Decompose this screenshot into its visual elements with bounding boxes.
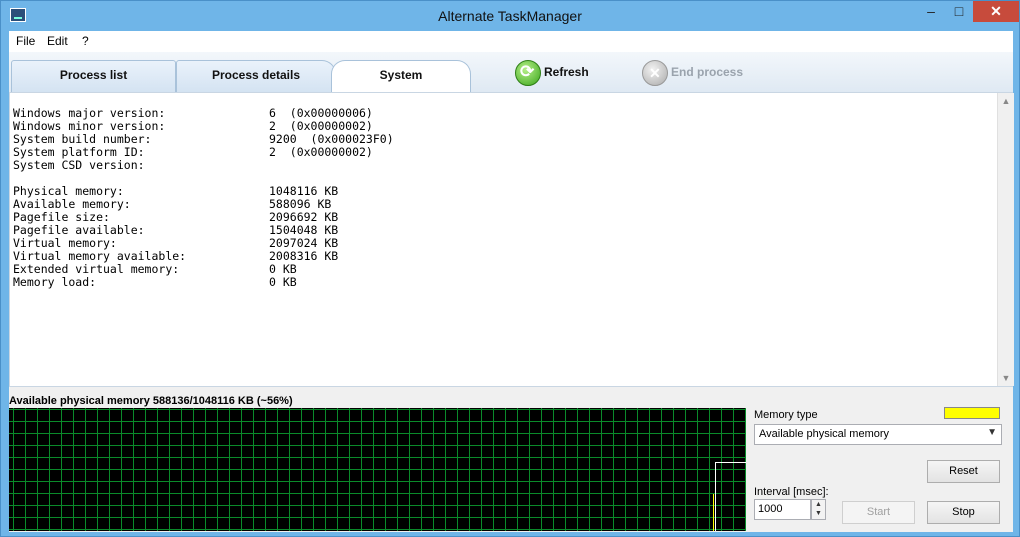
memory-monitor-panel: Available physical memory 588136/1048116… [9,387,1013,532]
menu-edit[interactable]: Edit [47,34,68,48]
close-button[interactable]: ✕ [973,1,1019,22]
scroll-up-icon[interactable]: ▲ [998,93,1014,109]
toolbar: Process list Process details System Refr… [9,52,1013,93]
tab-system[interactable]: System [331,60,471,92]
chevron-down-icon: ▼ [987,427,997,438]
end-process-label: End process [671,65,744,79]
refresh-label: Refresh [544,65,589,79]
window-title: Alternate TaskManager [438,8,582,24]
interval-label: Interval [msec]: [754,486,829,498]
graph-level-line [715,462,746,463]
tab-process-list[interactable]: Process list [11,60,176,92]
refresh-icon [515,60,541,86]
interval-stepper[interactable]: ▲ ▼ [811,499,826,520]
memory-type-label: Memory type [754,409,818,421]
system-info-panel[interactable]: Windows major version: 6 (0x00000006) Win… [9,92,1014,387]
maximize-button[interactable]: □ [945,1,973,22]
tab-process-details[interactable]: Process details [176,60,336,92]
minimize-button[interactable]: – [917,1,945,22]
spin-up-icon[interactable]: ▲ [812,500,825,509]
spin-down-icon[interactable]: ▼ [812,509,825,518]
menu-bar: File Edit ? [9,31,1013,52]
memory-graph [9,408,746,531]
vertical-scrollbar[interactable]: ▲ ▼ [997,93,1014,386]
scroll-down-icon[interactable]: ▼ [998,370,1014,386]
memory-type-color-swatch[interactable] [944,407,1000,419]
graph-trace [713,494,714,531]
stop-button[interactable]: Stop [927,501,1000,524]
graph-rise-line [715,462,716,531]
menu-help[interactable]: ? [82,34,89,48]
interval-input[interactable]: 1000 [754,499,811,520]
reset-button[interactable]: Reset [927,460,1000,483]
close-circle-icon [642,60,668,86]
menu-file[interactable]: File [16,34,35,48]
memory-type-select[interactable]: Available physical memory ▼ [754,424,1002,445]
memory-type-value: Available physical memory [759,428,890,440]
main-window: Alternate TaskManager – □ ✕ File Edit ? … [0,0,1020,537]
graph-label: Available physical memory 588136/1048116… [9,395,293,407]
refresh-button[interactable]: Refresh [515,60,605,86]
title-bar[interactable]: Alternate TaskManager – □ ✕ [1,1,1019,31]
end-process-button: End process [642,60,752,86]
start-button: Start [842,501,915,524]
